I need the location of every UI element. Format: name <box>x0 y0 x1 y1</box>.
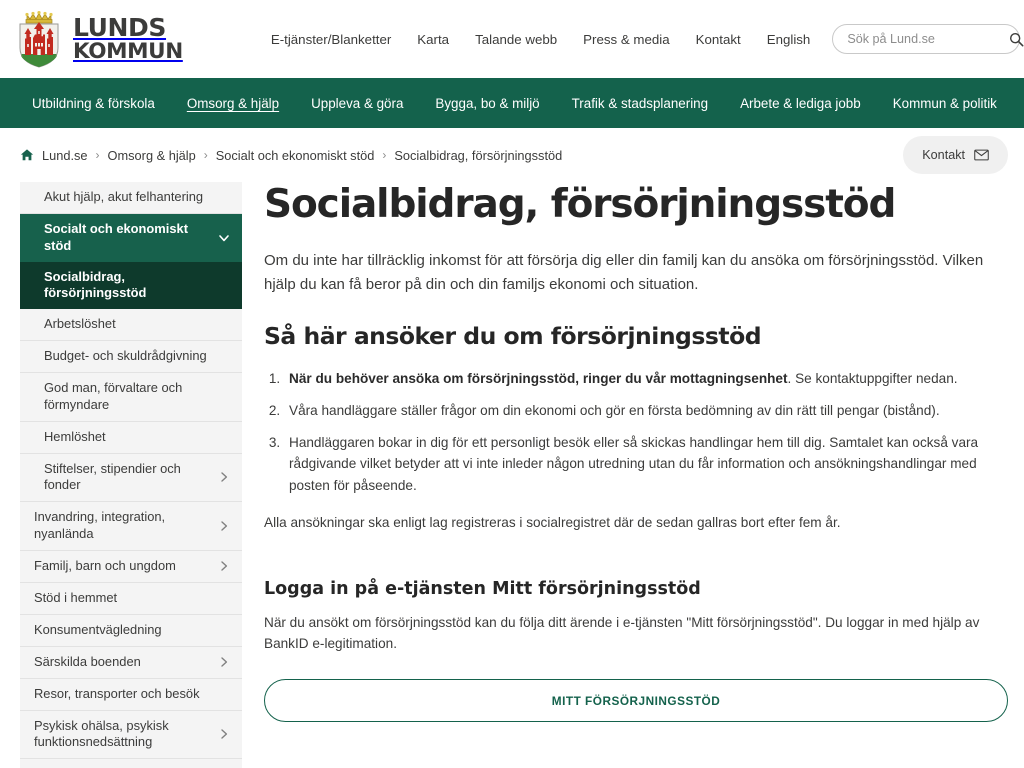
search-box[interactable] <box>832 24 1024 54</box>
sidebar-item-socialt-ekonomiskt-stod[interactable]: Socialt och ekonomiskt stöd <box>20 214 242 262</box>
chevron-right-icon[interactable] <box>218 560 230 572</box>
sidebar-item-label: Resor, transporter och besök <box>34 685 200 701</box>
breadcrumb-item-socialt-ekonomiskt-stod[interactable]: Socialt och ekonomiskt stöd <box>216 148 375 163</box>
subsection-text: När du ansökt om försörjningsstöd kan du… <box>264 614 980 652</box>
sidebar-item-invandring-integration[interactable]: Invandring, integration, nyanlända <box>20 502 242 551</box>
breadcrumb: Lund.se › Omsorg & hjälp › Socialt och e… <box>20 148 562 163</box>
site-header: LUNDS KOMMUN E-tjänster/Blanketter Karta… <box>0 0 1024 78</box>
nav-item-arbete-lediga-jobb[interactable]: Arbete & lediga jobb <box>724 96 877 111</box>
chevron-right-icon[interactable] <box>218 656 230 668</box>
section-heading-ansoker: Så här ansöker du om försörjningsstöd <box>264 322 762 351</box>
page-lede: Om du inte har tillräcklig inkomst för a… <box>264 251 984 293</box>
nav-item-trafik-stadsplanering[interactable]: Trafik & stadsplanering <box>556 96 724 111</box>
sidebar-item-label: Särskilda boenden <box>34 653 141 669</box>
lund-coat-of-arms-icon <box>19 11 59 68</box>
sidebar-item-label: Stiftelser, stipendier och fonder <box>44 460 181 493</box>
sidebar-item-label: Socialt och ekonomiskt stöd <box>44 221 188 253</box>
step-rest-text: . Se kontaktuppgifter nedan. <box>787 371 958 387</box>
sidebar-item-funktionsnedsattning[interactable]: Funktionsnedsättning <box>20 759 242 768</box>
sidebar-item-budget-skuldradgivning[interactable]: Budget- och skuldrådgivning <box>20 341 242 374</box>
sidebar-item-label: God man, förvaltare och förmyndare <box>44 380 183 412</box>
sidebar-item-psykisk-ohalsa[interactable]: Psykisk ohälsa, psykisk funktionsnedsätt… <box>20 710 242 760</box>
breadcrumb-item-omsorg-hjalp[interactable]: Omsorg & hjälp <box>108 148 196 163</box>
sidebar-item-label: Stöd i hemmet <box>34 589 118 605</box>
list-item: Våra handläggare ställer frågor om din e… <box>284 400 1008 421</box>
mail-icon <box>974 149 989 161</box>
chevron-down-icon[interactable] <box>218 232 230 244</box>
chevron-right-icon[interactable] <box>218 520 230 532</box>
step-rest-text: Handläggaren bokar in dig för ett person… <box>289 435 979 493</box>
step-rest-text: Våra handläggare ställer frågor om din e… <box>289 403 940 419</box>
breadcrumb-item-lund-se[interactable]: Lund.se <box>42 148 88 163</box>
top-nav-item-kontakt[interactable]: Kontakt <box>696 32 741 47</box>
page-body: Akut hjälp, akut felhantering Socialt oc… <box>0 182 1024 768</box>
sidebar-item-socialbidrag-forsorjningsstod[interactable]: Socialbidrag, försörjningsstöd <box>20 261 242 310</box>
site-logo[interactable]: LUNDS KOMMUN <box>14 10 183 68</box>
top-nav-item-english[interactable]: English <box>767 32 811 47</box>
contact-button-label: Kontakt <box>922 148 965 162</box>
logo-line-1: LUNDS <box>73 13 167 43</box>
nav-item-bygga-bo-miljo[interactable]: Bygga, bo & miljö <box>419 96 555 111</box>
breadcrumb-separator: › <box>382 148 387 162</box>
application-steps-list: När du behöver ansöka om försörjningsstö… <box>284 368 1008 495</box>
chevron-right-icon[interactable] <box>218 471 230 483</box>
nav-item-uppleva-gora[interactable]: Uppleva & göra <box>295 96 419 111</box>
mitt-forsorjningsstod-button[interactable]: MITT FÖRSÖRJNINGSSTÖD <box>264 679 1008 723</box>
subsection-heading-logga-in: Logga in på e-tjänsten Mitt försörjnings… <box>264 578 701 599</box>
sidebar-item-label: Socialbidrag, försörjningsstöd <box>44 268 147 301</box>
page-title: Socialbidrag, försörjningsstöd <box>264 182 896 227</box>
logo-wordmark: LUNDS KOMMUN <box>73 13 183 64</box>
list-item: Handläggaren bokar in dig för ett person… <box>284 432 1008 495</box>
sidebar-item-label: Psykisk ohälsa, psykisk funktionsnedsätt… <box>34 717 169 750</box>
list-item: När du behöver ansöka om försörjningsstö… <box>284 368 1008 389</box>
sidebar-item-label: Akut hjälp, akut felhantering <box>44 189 204 205</box>
sidebar-item-label: Konsumentvägledning <box>34 621 162 637</box>
main-content: Socialbidrag, försörjningsstöd Om du int… <box>264 182 1008 768</box>
sidebar-item-resor-transporter-besok[interactable]: Resor, transporter och besök <box>20 678 242 711</box>
nav-item-omsorg-hjalp[interactable]: Omsorg & hjälp <box>171 96 295 111</box>
sidebar-item-familj-barn-ungdom[interactable]: Familj, barn och ungdom <box>20 550 242 583</box>
contact-button[interactable]: Kontakt <box>903 136 1008 174</box>
top-nav-item-talande-webb[interactable]: Talande webb <box>475 32 557 47</box>
search-input[interactable] <box>847 32 1010 46</box>
step-bold-text: När du behöver ansöka om försörjningsstö… <box>289 371 788 387</box>
sidebar-item-label: Invandring, integration, nyanlända <box>34 509 166 541</box>
breadcrumb-separator: › <box>95 148 100 162</box>
breadcrumb-item-current: Socialbidrag, försörjningsstöd <box>394 147 563 163</box>
sidebar-item-label: Budget- och skuldrådgivning <box>44 348 207 364</box>
sidebar-item-stod-i-hemmet[interactable]: Stöd i hemmet <box>20 582 242 615</box>
home-icon[interactable] <box>20 148 34 162</box>
registry-note: Alla ansökningar ska enligt lag registre… <box>264 514 841 530</box>
primary-nav: Utbildning & förskola Omsorg & hjälp Upp… <box>0 78 1024 128</box>
nav-item-kommun-politik[interactable]: Kommun & politik <box>877 96 1013 111</box>
search-icon[interactable] <box>1009 32 1024 47</box>
nav-item-utbildning-forskola[interactable]: Utbildning & förskola <box>16 96 171 111</box>
utility-nav: E-tjänster/Blanketter Karta Talande webb… <box>271 32 811 47</box>
sidebar-item-sarskilda-boenden[interactable]: Särskilda boenden <box>20 646 242 679</box>
sidebar-item-label: Hemlöshet <box>44 428 106 444</box>
sidebar-item-akut-hjalp[interactable]: Akut hjälp, akut felhantering <box>20 182 242 214</box>
sidebar-item-god-man-forvaltare[interactable]: God man, förvaltare och förmyndare <box>20 373 242 422</box>
top-nav-item-karta[interactable]: Karta <box>417 32 449 47</box>
sidebar-item-konsumentvagledning[interactable]: Konsumentvägledning <box>20 614 242 647</box>
sidebar-item-arbetsloshet[interactable]: Arbetslöshet <box>20 309 242 342</box>
sidebar-item-stiftelser-stipendier-fonder[interactable]: Stiftelser, stipendier och fonder <box>20 453 242 503</box>
top-nav-item-etjanster[interactable]: E-tjänster/Blanketter <box>271 32 391 47</box>
top-nav-item-press-media[interactable]: Press & media <box>583 32 669 47</box>
breadcrumb-separator: › <box>203 148 208 162</box>
logo-line-2: KOMMUN <box>73 38 183 64</box>
chevron-right-icon[interactable] <box>218 728 230 740</box>
section-sidebar: Akut hjälp, akut felhantering Socialt oc… <box>20 182 242 768</box>
breadcrumb-row: Lund.se › Omsorg & hjälp › Socialt och e… <box>0 128 1024 182</box>
sidebar-item-label: Familj, barn och ungdom <box>34 557 176 573</box>
sidebar-item-hemloshet[interactable]: Hemlöshet <box>20 421 242 454</box>
sidebar-item-label: Arbetslöshet <box>44 316 116 332</box>
